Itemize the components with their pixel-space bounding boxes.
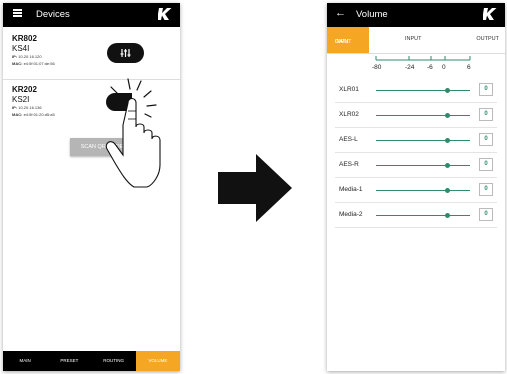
channel-label: Media-1 (339, 186, 363, 193)
gain-value-field[interactable]: 0 (479, 83, 493, 96)
channel-label: XLR01 (339, 86, 359, 93)
gain-slider-handle[interactable] (444, 212, 450, 218)
volume-app-bar: ← Volume (327, 3, 505, 27)
channel-label: AES-L (339, 136, 358, 143)
scale-tick: 0 (442, 64, 446, 71)
gain-slider-track[interactable] (376, 90, 470, 91)
channel-label: Media-2 (339, 211, 363, 218)
channel-row: XLR01 0 (327, 78, 505, 103)
gain-slider-handle[interactable] (444, 162, 450, 168)
tapping-hand-icon (105, 78, 161, 188)
devices-title: Devices (36, 9, 70, 20)
volume-tabs: INPUT GAIN INPUT OUTPUT (327, 27, 505, 54)
row-divider (335, 227, 497, 228)
channel-row: AES-R 0 (327, 153, 505, 178)
channel-label: AES-R (339, 161, 359, 168)
gain-value-field[interactable]: 0 (479, 158, 493, 171)
channel-row: XLR02 0 (327, 103, 505, 128)
gain-slider-track[interactable] (376, 190, 470, 191)
gain-value-field[interactable]: 0 (479, 108, 493, 121)
tab-main[interactable]: MAIN (3, 351, 47, 371)
device-model: KS4I (12, 44, 30, 53)
gain-slider-track[interactable] (376, 115, 470, 116)
menu-icon[interactable] (13, 9, 22, 17)
gain-slider-handle[interactable] (444, 137, 450, 143)
scale-tick: -6 (427, 64, 433, 71)
device-model: KS2I (12, 95, 30, 104)
devices-screen: Devices KR802 KS4I IP: 10.20.16.120 MAC:… (3, 3, 180, 371)
tab-volume[interactable]: VOLUME (135, 351, 180, 371)
gain-slider-track[interactable] (376, 215, 470, 216)
volume-title: Volume (356, 9, 388, 20)
devices-app-bar: Devices (3, 3, 180, 27)
kramer-logo-icon (483, 8, 497, 20)
device-mac: MAC: e4:5f:01:20:d5:a5 (12, 111, 55, 117)
tab-preset[interactable]: PRESET (47, 351, 91, 371)
device-ip: IP: 10.20.16.120 (12, 54, 42, 59)
device-name: KR802 (12, 34, 37, 43)
equalizer-button[interactable] (107, 43, 144, 63)
channel-row: Media-2 0 (327, 203, 505, 228)
right-arrow-icon (218, 154, 292, 222)
gain-slider-handle[interactable] (444, 112, 450, 118)
gain-slider-handle[interactable] (444, 187, 450, 193)
scale-tick: 6 (467, 64, 471, 71)
gain-value-field[interactable]: 0 (479, 183, 493, 196)
gain-scale: -80 -24 -6 0 6 (327, 54, 505, 76)
scale-bracket (375, 56, 471, 61)
gain-slider-track[interactable] (376, 165, 470, 166)
kramer-logo-icon (158, 8, 172, 20)
device-item[interactable]: KR802 KS4I IP: 10.20.16.120 MAC: e4:5f:0… (12, 34, 55, 66)
channel-label: XLR02 (339, 111, 359, 118)
bottom-navigation: MAIN PRESET ROUTING VOLUME (3, 351, 180, 371)
device-item[interactable]: KR202 KS2I IP: 10.20.16.136 MAC: e4:5f:0… (12, 85, 55, 117)
tab-routing[interactable]: ROUTING (92, 351, 136, 371)
scale-tick: -24 (405, 64, 415, 71)
scale-tick: -80 (372, 64, 382, 71)
channel-row: AES-L 0 (327, 128, 505, 153)
channel-row: Media-1 0 (327, 178, 505, 203)
gain-value-field[interactable]: 0 (479, 133, 493, 146)
device-mac: MAC: e4:5f:01:07:de:56 (12, 60, 55, 66)
gain-slider-track[interactable] (376, 140, 470, 141)
gain-slider-handle[interactable] (444, 87, 450, 93)
tab-input-gain[interactable]: INPUT GAIN (327, 27, 369, 53)
gain-value-field[interactable]: 0 (479, 208, 493, 221)
back-arrow-icon[interactable]: ← (335, 7, 346, 19)
equalizer-icon (120, 49, 131, 57)
device-name: KR202 (12, 85, 37, 94)
device-ip: IP: 10.20.16.136 (12, 105, 42, 110)
volume-screen: ← Volume INPUT GAIN INPUT OUTPUT -80 -24 … (327, 3, 505, 371)
